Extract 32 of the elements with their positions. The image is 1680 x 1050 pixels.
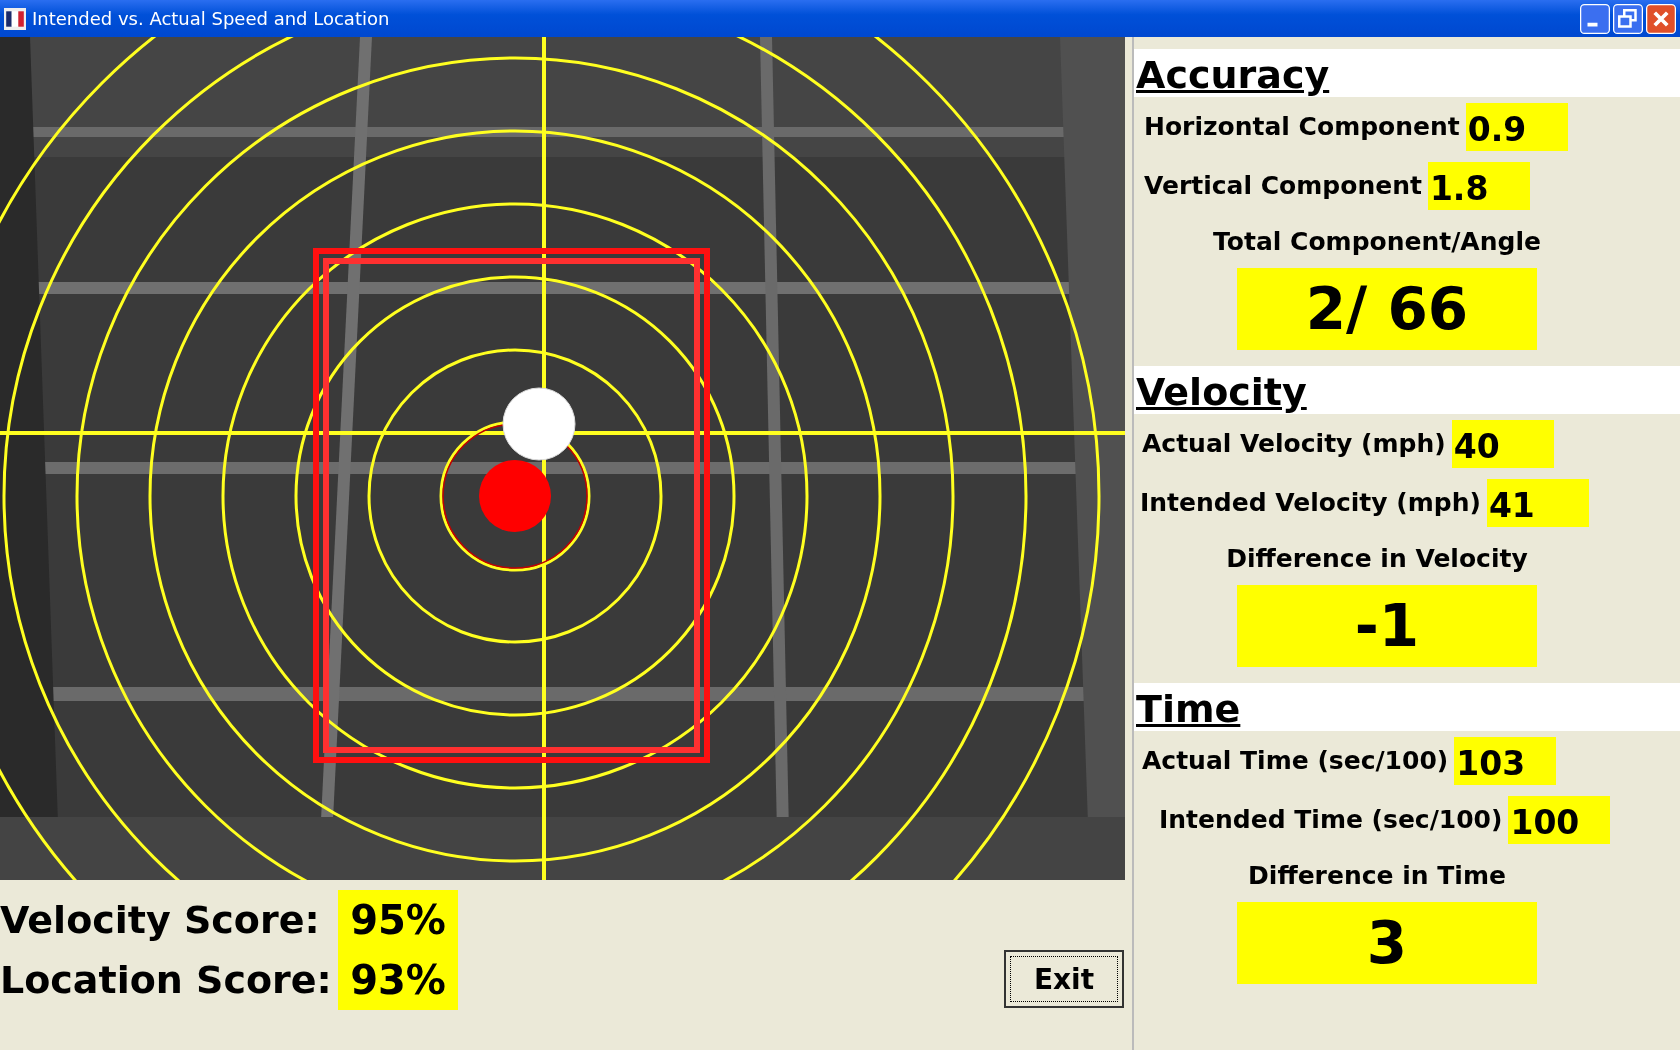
- flag-icon: [4, 7, 26, 30]
- field-value: 0.9: [1465, 102, 1568, 151]
- score-value: 93%: [338, 950, 458, 1010]
- close-button[interactable]: [1646, 3, 1676, 34]
- total-label: Difference in Velocity: [1225, 543, 1529, 575]
- field-label: Intended Time (sec/100): [1159, 805, 1503, 834]
- total-value: 2/ 66: [1237, 268, 1537, 350]
- total-label: Difference in Time: [1247, 860, 1507, 892]
- field-value: 103: [1454, 736, 1557, 785]
- field-value: 40: [1451, 419, 1554, 468]
- exit-button[interactable]: Exit: [1004, 950, 1124, 1008]
- restore-button[interactable]: [1613, 3, 1643, 34]
- field-label: Actual Time (sec/100): [1142, 746, 1449, 775]
- field-label: Intended Velocity (mph): [1140, 488, 1481, 517]
- total-value: 3: [1237, 902, 1537, 984]
- total-value: -1: [1237, 585, 1537, 667]
- field-value: 1.8: [1427, 161, 1530, 210]
- field-label: Actual Velocity (mph): [1142, 429, 1446, 458]
- score-label: Location Score:: [0, 958, 333, 1002]
- field-value: 100: [1508, 795, 1611, 844]
- window-title: Intended vs. Actual Speed and Location: [32, 8, 390, 29]
- field-label: Vertical Component: [1144, 171, 1422, 200]
- score-value: 95%: [338, 890, 458, 950]
- section-heading: Accuracy: [1134, 49, 1680, 97]
- minimize-button[interactable]: [1580, 3, 1610, 34]
- section-heading: Time: [1134, 683, 1680, 731]
- section-heading: Velocity: [1134, 366, 1680, 414]
- field-value: 41: [1486, 478, 1589, 527]
- total-label: Total Component/Angle: [1212, 226, 1542, 258]
- score-label: Velocity Score:: [0, 898, 321, 942]
- field-label: Horizontal Component: [1144, 112, 1460, 141]
- intended-dot: [479, 460, 551, 532]
